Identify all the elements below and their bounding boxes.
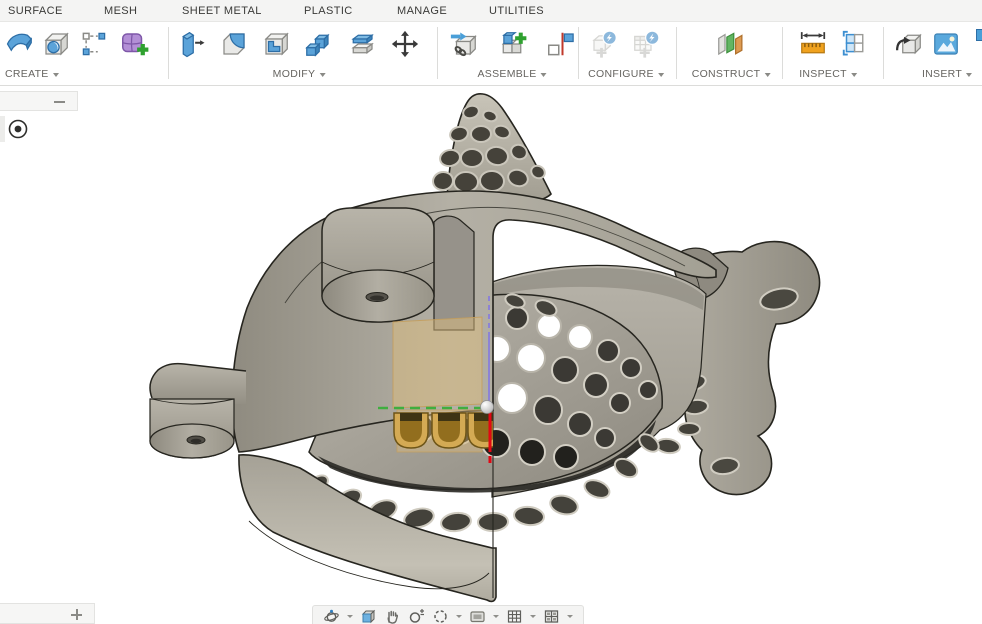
manipulator-sphere-handle[interactable] <box>481 401 494 414</box>
new-component-icon[interactable] <box>494 26 530 62</box>
view-navigation-bar <box>312 605 584 624</box>
sketch-pattern-icon[interactable] <box>76 26 112 62</box>
toolbar-separator <box>676 27 677 79</box>
tab-mesh[interactable]: MESH <box>104 0 137 22</box>
highlighted-holes <box>394 413 502 448</box>
origin-chip[interactable] <box>0 116 36 142</box>
extrude-surface-icon[interactable] <box>2 26 38 62</box>
browser-collapse-bar[interactable] <box>0 91 78 111</box>
clipped-toolbar-icon[interactable] <box>976 29 982 41</box>
tab-manage[interactable]: MANAGE <box>397 0 447 22</box>
canvas-icon[interactable] <box>928 26 964 62</box>
look-at-icon[interactable] <box>360 608 377 624</box>
selection-box[interactable] <box>393 317 482 408</box>
grid-settings-icon[interactable] <box>506 608 523 624</box>
dropdown-caret-icon <box>319 73 325 77</box>
model-perforated-cone[interactable] <box>432 94 551 206</box>
measure-icon[interactable] <box>795 26 831 62</box>
ribbon-toolbar: CREATE MODIFY ASSEMBLE CONFIGURE CONSTRU… <box>0 22 982 86</box>
timeline-expand-bar[interactable] <box>0 603 95 624</box>
group-label-inspect[interactable]: INSPECT <box>799 66 857 82</box>
toolbar-separator <box>782 27 783 79</box>
joint-icon[interactable] <box>542 26 578 62</box>
expand-plus-icon[interactable] <box>71 609 82 620</box>
toolbar-separator <box>168 27 169 79</box>
toolbar-separator <box>883 27 884 79</box>
document-tabbar: SURFACE MESH SHEET METAL PLASTIC MANAGE … <box>0 0 982 22</box>
section-analysis-icon[interactable] <box>836 26 872 62</box>
derive-icon[interactable] <box>891 26 927 62</box>
fit-icon[interactable] <box>432 608 449 624</box>
dropdown-caret-icon <box>764 73 770 77</box>
toolbar-separator <box>578 27 579 79</box>
group-label-construct[interactable]: CONSTRUCT <box>692 66 771 82</box>
dropdown-caret-icon <box>851 73 857 77</box>
dropdown-caret-icon[interactable] <box>347 615 353 618</box>
tab-sheet-metal[interactable]: SHEET METAL <box>182 0 262 22</box>
group-label-modify[interactable]: MODIFY <box>273 66 326 82</box>
combine-icon[interactable] <box>300 26 336 62</box>
zoom-icon[interactable] <box>408 608 425 624</box>
press-pull-icon[interactable] <box>174 26 210 62</box>
dropdown-caret-icon[interactable] <box>567 615 573 618</box>
dropdown-caret-icon <box>541 73 547 77</box>
move-copy-icon[interactable] <box>387 26 423 62</box>
orbit-icon[interactable] <box>323 608 340 624</box>
tab-surface[interactable]: SURFACE <box>8 0 63 22</box>
create-form-icon[interactable] <box>116 26 152 62</box>
configuration-table-icon[interactable] <box>628 26 664 62</box>
viewports-icon[interactable] <box>543 608 560 624</box>
collapse-minus-icon[interactable] <box>54 101 65 103</box>
insert-component-icon[interactable] <box>446 26 482 62</box>
pan-icon[interactable] <box>384 608 401 624</box>
toolbar-separator <box>437 27 438 79</box>
fusion-app-window: SURFACE MESH SHEET METAL PLASTIC MANAGE … <box>0 0 982 624</box>
dropdown-caret-icon[interactable] <box>493 615 499 618</box>
offset-face-icon[interactable] <box>344 26 380 62</box>
model-top-boss[interactable] <box>322 208 474 330</box>
group-label-insert[interactable]: INSERT <box>922 66 972 82</box>
tab-utilities[interactable]: UTILITIES <box>489 0 544 22</box>
dropdown-caret-icon <box>966 73 972 77</box>
circle-dot-icon[interactable] <box>5 116 31 142</box>
tab-plastic[interactable]: PLASTIC <box>304 0 353 22</box>
dropdown-caret-icon[interactable] <box>456 615 462 618</box>
group-label-configure[interactable]: CONFIGURE <box>588 66 664 82</box>
group-label-assemble[interactable]: ASSEMBLE <box>477 66 546 82</box>
dropdown-caret-icon[interactable] <box>530 615 536 618</box>
display-settings-icon[interactable] <box>469 608 486 624</box>
dropdown-caret-icon <box>658 73 664 77</box>
group-label-create[interactable]: CREATE <box>5 66 59 82</box>
shell-icon[interactable] <box>258 26 294 62</box>
model-left-boss[interactable] <box>150 364 246 458</box>
model-canvas[interactable] <box>0 86 982 624</box>
construction-plane-icon[interactable] <box>712 26 748 62</box>
dropdown-caret-icon <box>53 73 59 77</box>
fillet-icon[interactable] <box>216 26 252 62</box>
configuration-icon[interactable] <box>586 26 622 62</box>
3d-viewport[interactable] <box>0 86 982 624</box>
revolve-surface-icon[interactable] <box>38 26 74 62</box>
